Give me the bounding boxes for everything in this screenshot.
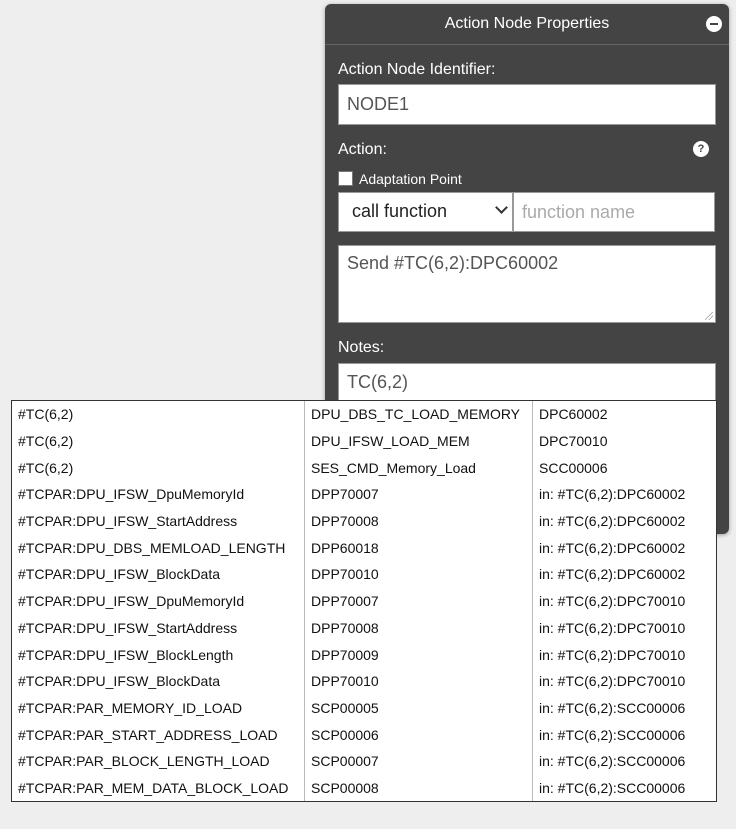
- suggestion-context: in: #TC(6,2):SCC00006: [539, 779, 686, 796]
- action-text: Send #TC(6,2):DPC60002: [347, 253, 559, 273]
- autocomplete-row[interactable]: #TCPAR:DPU_DBS_MEMLOAD_LENGTH DPP60018 in:…: [12, 534, 716, 562]
- suggestion-name: #TCPAR:DPU_DBS_MEMLOAD_LENGTH: [12, 534, 305, 562]
- autocomplete-row[interactable]: #TCPAR:PAR_MEM_DATA_BLOCK_LOAD SCP00008 in…: [12, 774, 716, 801]
- panel-header: Action Node Properties: [325, 4, 729, 45]
- autocomplete-row[interactable]: #TCPAR:DPU_IFSW_BlockLength DPP70009 in: #…: [12, 641, 716, 668]
- suggestion-name: #TCPAR:DPU_IFSW_BlockLength: [12, 641, 305, 668]
- suggestion-name: #TCPAR:DPU_IFSW_DpuMemoryId: [12, 481, 305, 508]
- resize-handle-icon[interactable]: [705, 312, 713, 320]
- adaptation-point-checkbox[interactable]: [338, 171, 353, 186]
- suggestion-id: DPU_IFSW_LOAD_MEM: [304, 427, 533, 455]
- adaptation-point-label: Adaptation Point: [359, 171, 462, 187]
- function-name-placeholder: function name: [522, 202, 636, 222]
- suggestion-context: SCC00006: [539, 459, 608, 476]
- suggestion-name: #TCPAR:DPU_IFSW_StartAddress: [12, 507, 305, 535]
- suggestion-context: in: #TC(6,2):DPC60002: [539, 539, 686, 556]
- panel-title: Action Node Properties: [444, 15, 610, 32]
- autocomplete-row[interactable]: #TCPAR:DPU_IFSW_DpuMemoryId DPP70007 in: #…: [12, 587, 716, 615]
- suggestion-context: in: #TC(6,2):DPC70010: [539, 646, 686, 663]
- suggestion-name: #TC(6,2): [12, 454, 305, 482]
- suggestion-context: in: #TC(6,2):SCC00006: [539, 726, 686, 743]
- suggestion-context: DPC70010: [539, 433, 608, 450]
- suggestion-context: in: #TC(6,2):DPC60002: [539, 486, 686, 503]
- suggestion-context: in: #TC(6,2):DPC70010: [539, 673, 686, 690]
- autocomplete-row[interactable]: #TC(6,2) DPU_DBS_TC_LOAD_MEMORY DPC60002: [12, 401, 716, 428]
- suggestion-id: DPP70010: [304, 667, 533, 695]
- suggestion-name: #TCPAR:DPU_IFSW_StartAddress: [12, 614, 305, 642]
- suggestion-id: SCP00005: [304, 694, 533, 722]
- suggestion-context: in: #TC(6,2):DPC70010: [539, 593, 686, 610]
- autocomplete-table: #TC(6,2) DPU_DBS_TC_LOAD_MEMORY DPC60002 #T…: [12, 401, 716, 801]
- collapse-icon[interactable]: [706, 16, 722, 32]
- suggestion-id: DPP60018: [304, 534, 533, 562]
- suggestion-context: DPC60002: [539, 406, 608, 423]
- action-type-value: call function: [352, 201, 448, 221]
- suggestion-id: DPP70008: [304, 507, 533, 535]
- suggestion-name: #TCPAR:PAR_MEM_DATA_BLOCK_LOAD: [12, 774, 305, 801]
- suggestion-id: SCP00008: [304, 774, 533, 801]
- suggestion-context: in: #TC(6,2):DPC70010: [539, 619, 686, 636]
- suggestion-name: #TC(6,2): [12, 401, 305, 428]
- action-textarea[interactable]: Send #TC(6,2):DPC60002: [338, 245, 716, 323]
- suggestion-name: #TCPAR:PAR_MEMORY_ID_LOAD: [12, 694, 305, 722]
- notes-label: Notes:: [338, 339, 385, 356]
- suggestion-context: in: #TC(6,2):DPC60002: [539, 513, 686, 530]
- suggestion-name: #TCPAR:PAR_START_ADDRESS_LOAD: [12, 721, 305, 748]
- identifier-label: Action Node Identifier:: [338, 61, 496, 78]
- autocomplete-row[interactable]: #TCPAR:PAR_START_ADDRESS_LOAD SCP00006 in:…: [12, 721, 716, 748]
- autocomplete-dropdown: #TC(6,2) DPU_DBS_TC_LOAD_MEMORY DPC60002 #T…: [11, 400, 717, 802]
- autocomplete-row[interactable]: #TCPAR:DPU_IFSW_BlockData DPP70010 in: #TC…: [12, 561, 716, 588]
- suggestion-id: SCP00007: [304, 747, 533, 775]
- action-type-select[interactable]: call function: [338, 192, 513, 232]
- autocomplete-row[interactable]: #TCPAR:DPU_IFSW_StartAddress DPP70008 in: …: [12, 614, 716, 642]
- chevron-down-icon: [495, 201, 508, 214]
- suggestion-context: in: #TC(6,2):SCC00006: [539, 753, 686, 770]
- autocomplete-row[interactable]: #TCPAR:DPU_IFSW_BlockData DPP70010 in: #TC…: [12, 667, 716, 695]
- action-label: Action:: [338, 141, 387, 158]
- suggestion-id: DPP70007: [304, 587, 533, 615]
- suggestion-id: DPP70007: [304, 481, 533, 508]
- help-icon[interactable]: ?: [693, 141, 709, 157]
- suggestion-id: DPP70010: [304, 561, 533, 588]
- suggestion-id: DPP70009: [304, 641, 533, 668]
- autocomplete-row[interactable]: #TCPAR:DPU_IFSW_DpuMemoryId DPP70007 in: #…: [12, 481, 716, 508]
- suggestion-name: #TCPAR:PAR_BLOCK_LENGTH_LOAD: [12, 747, 305, 775]
- suggestion-id: SCP00006: [304, 721, 533, 748]
- autocomplete-row[interactable]: #TC(6,2) DPU_IFSW_LOAD_MEM DPC70010: [12, 427, 716, 455]
- autocomplete-row[interactable]: #TCPAR:DPU_IFSW_StartAddress DPP70008 in: …: [12, 507, 716, 535]
- identifier-input[interactable]: NODE1: [338, 84, 716, 125]
- suggestion-id: DPU_DBS_TC_LOAD_MEMORY: [304, 401, 533, 428]
- suggestion-name: #TCPAR:DPU_IFSW_BlockData: [12, 561, 305, 588]
- suggestion-name: #TCPAR:DPU_IFSW_BlockData: [12, 667, 305, 695]
- suggestion-id: DPP70008: [304, 614, 533, 642]
- suggestion-context: in: #TC(6,2):SCC00006: [539, 699, 686, 716]
- autocomplete-row[interactable]: #TCPAR:PAR_BLOCK_LENGTH_LOAD SCP00007 in: …: [12, 747, 716, 775]
- autocomplete-row[interactable]: #TC(6,2) SES_CMD_Memory_Load SCC00006: [12, 454, 716, 482]
- suggestion-name: #TCPAR:DPU_IFSW_DpuMemoryId: [12, 587, 305, 615]
- suggestion-name: #TC(6,2): [12, 427, 305, 455]
- autocomplete-row[interactable]: #TCPAR:PAR_MEMORY_ID_LOAD SCP00005 in: #TC…: [12, 694, 716, 722]
- suggestion-context: in: #TC(6,2):DPC60002: [539, 566, 686, 583]
- suggestion-id: SES_CMD_Memory_Load: [304, 454, 533, 482]
- function-name-input[interactable]: function name: [513, 192, 715, 232]
- notes-input[interactable]: TC(6,2): [338, 363, 716, 403]
